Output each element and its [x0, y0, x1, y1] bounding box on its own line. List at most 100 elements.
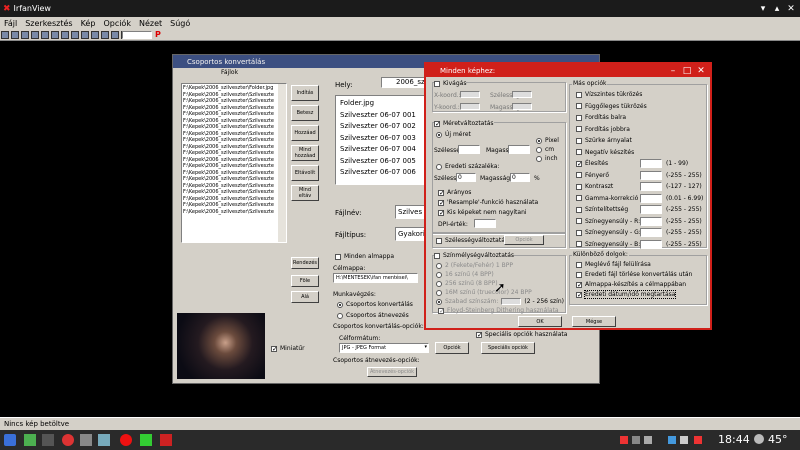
- overwrite-checkbox[interactable]: [576, 261, 582, 268]
- browse-list[interactable]: Folder.jpg Szilveszter 06-07 001 Szilveszt…: [335, 95, 427, 185]
- remove-all-button[interactable]: Mind eltáv: [291, 185, 319, 201]
- file-list-item[interactable]: F:\Kepek\2006_szilveszter\Szilveszte: [183, 124, 285, 131]
- start-button[interactable]: Indítás: [291, 85, 319, 101]
- slideshow-icon[interactable]: [111, 31, 119, 39]
- misc-option-1[interactable]: Vízszintes tükrözés: [576, 91, 642, 98]
- file-list[interactable]: F:\Kepek\2006_szilveszter\Folder.jpg F:\K…: [181, 83, 287, 243]
- files-icon[interactable]: [24, 434, 36, 446]
- misc-input-7[interactable]: [640, 159, 662, 168]
- misc-option-12[interactable]: Színegyensúly - R:: [576, 218, 640, 225]
- browse-list-item[interactable]: Szilveszter 06-07 005: [340, 156, 422, 168]
- file-list-item[interactable]: F:\Kepek\2006_szilveszter\Szilveszte: [183, 176, 285, 183]
- maximize-icon[interactable]: ▴: [770, 2, 784, 15]
- add-button[interactable]: Hozzáad: [291, 125, 319, 141]
- misc-checkbox-3[interactable]: [576, 114, 582, 121]
- close-icon[interactable]: ✕: [694, 64, 708, 77]
- new-size-option[interactable]: Új méret: [436, 131, 471, 138]
- color-custom-input[interactable]: [501, 298, 522, 305]
- use-advanced-checkbox[interactable]: ✓: [476, 331, 483, 338]
- move-up-button[interactable]: Föle: [291, 275, 319, 287]
- tv-icon[interactable]: [140, 434, 152, 446]
- canvas-checkbox[interactable]: [436, 237, 442, 244]
- crop-y-input[interactable]: [460, 103, 480, 110]
- delete-original-option[interactable]: Eredeti fájl törlése konvertálás után: [576, 271, 692, 278]
- copy-icon[interactable]: [41, 31, 49, 39]
- misc-checkbox-6[interactable]: [576, 149, 582, 155]
- minimize-icon[interactable]: –: [666, 64, 680, 77]
- crop-h-input[interactable]: [512, 103, 532, 110]
- color-1bpp-radio[interactable]: [436, 262, 442, 269]
- file-list-scrollbar[interactable]: [278, 84, 286, 242]
- misc-checkbox-4[interactable]: [576, 126, 582, 132]
- colors-option[interactable]: Színmélységváltoztatás: [434, 252, 515, 259]
- weather-icon[interactable]: [754, 434, 764, 444]
- advanced-dialog-title-bar[interactable]: Minden képhez: – □ ✕: [426, 64, 710, 77]
- file-list-item[interactable]: F:\Kepek\2006_szilveszter\Szilveszte: [183, 202, 285, 209]
- misc-option-3[interactable]: Fordítás balra: [576, 114, 626, 121]
- overwrite-option[interactable]: Meglévő fájl felülírása: [576, 261, 651, 268]
- misc-option-4[interactable]: Fordítás jobbra: [576, 126, 630, 133]
- misc-checkbox-12[interactable]: [576, 218, 582, 224]
- percent-option[interactable]: Eredeti százaléka:: [436, 163, 499, 170]
- filetype-select[interactable]: Gyakori: [395, 227, 427, 241]
- preview-checkbox[interactable]: ✓: [271, 345, 278, 352]
- save-icon[interactable]: [21, 31, 29, 39]
- color-4bpp-option[interactable]: 16 színű (4 BPP): [436, 271, 494, 278]
- delete-original-checkbox[interactable]: [576, 271, 582, 278]
- no-enlarge-checkbox[interactable]: ✓: [438, 209, 445, 216]
- misc-option-5[interactable]: Szürke árnyalat: [576, 137, 632, 144]
- misc-checkbox-14[interactable]: [576, 241, 582, 247]
- zoom-in-icon[interactable]: [91, 31, 99, 39]
- misc-checkbox-2[interactable]: [576, 103, 582, 109]
- misc-option-8[interactable]: Fényerő: [576, 172, 609, 179]
- start-menu-icon[interactable]: [4, 434, 16, 446]
- file-list-item[interactable]: F:\Kepek\2006_szilveszter\Szilveszte: [183, 98, 285, 105]
- paint-icon[interactable]: P: [155, 30, 161, 39]
- gallery-icon[interactable]: [98, 434, 110, 446]
- unit-pixel-radio[interactable]: [536, 137, 542, 144]
- terminal-icon[interactable]: [42, 434, 54, 446]
- canvas-option[interactable]: Szélességváltoztatás: [436, 237, 508, 244]
- file-list-item[interactable]: F:\Kepek\2006_szilveszter\Szilveszte: [183, 189, 285, 196]
- browse-list-item[interactable]: Szilveszter 06-07 002: [340, 121, 422, 133]
- colors-checkbox[interactable]: [434, 252, 440, 259]
- resample-option[interactable]: ✓ 'Resample'-funkció használata: [438, 199, 538, 206]
- keep-date-option[interactable]: ✓ Eredeti dátum/idő megtartása: [576, 290, 677, 299]
- sound-icon[interactable]: [80, 434, 92, 446]
- unit-inch-radio[interactable]: [536, 155, 542, 162]
- options-button[interactable]: Opciók: [435, 342, 469, 354]
- browse-list-item[interactable]: Szilveszter 06-07 004: [340, 144, 422, 156]
- misc-checkbox-10[interactable]: [576, 195, 582, 201]
- misc-option-10[interactable]: Gamma-korrekció: [576, 195, 638, 202]
- misc-input-12[interactable]: [640, 216, 662, 226]
- misc-input-14[interactable]: [640, 239, 662, 249]
- crop-checkbox[interactable]: [434, 80, 440, 87]
- width-input[interactable]: [458, 145, 480, 154]
- misc-checkbox-7[interactable]: ✓: [576, 160, 583, 167]
- misc-option-11[interactable]: Színtelítettség: [576, 206, 628, 213]
- no-enlarge-option[interactable]: ✓ Kis képeket nem nagyítani: [438, 209, 527, 216]
- prev-icon[interactable]: [71, 31, 79, 39]
- mode-convert-radio[interactable]: [337, 301, 343, 308]
- all-subfolders-option[interactable]: Minden almappa: [335, 253, 394, 260]
- file-list-item[interactable]: F:\Kepek\2006_szilveszter\Szilveszte: [183, 163, 285, 170]
- mode-convert-option[interactable]: Csoportos konvertálás: [337, 301, 413, 308]
- color-24bpp-option[interactable]: 16M színű (truecolor) 24 BPP: [436, 289, 532, 296]
- misc-checkbox-13[interactable]: [576, 229, 582, 236]
- misc-checkbox-1[interactable]: [576, 91, 582, 98]
- mode-rename-radio[interactable]: [337, 312, 343, 319]
- delete-icon[interactable]: [51, 31, 59, 39]
- dither-checkbox[interactable]: ✓: [438, 307, 445, 314]
- dither-option[interactable]: ✓ Floyd-Steinberg Dithering használata: [438, 307, 559, 314]
- sort-button[interactable]: Rendezés: [291, 257, 319, 269]
- undo-icon[interactable]: [61, 31, 69, 39]
- ratio-option[interactable]: ✓ Arányos: [438, 189, 471, 196]
- next-icon[interactable]: [81, 31, 89, 39]
- zoom-out-icon[interactable]: [101, 31, 109, 39]
- create-subfolder-checkbox[interactable]: ✓: [576, 281, 583, 288]
- color-custom-radio[interactable]: [436, 298, 442, 305]
- close-icon[interactable]: ✕: [784, 2, 798, 15]
- preview-option[interactable]: ✓ Miniatűr: [271, 345, 305, 352]
- percent-height-input[interactable]: 0: [510, 173, 530, 182]
- misc-option-9[interactable]: Kontraszt: [576, 183, 613, 190]
